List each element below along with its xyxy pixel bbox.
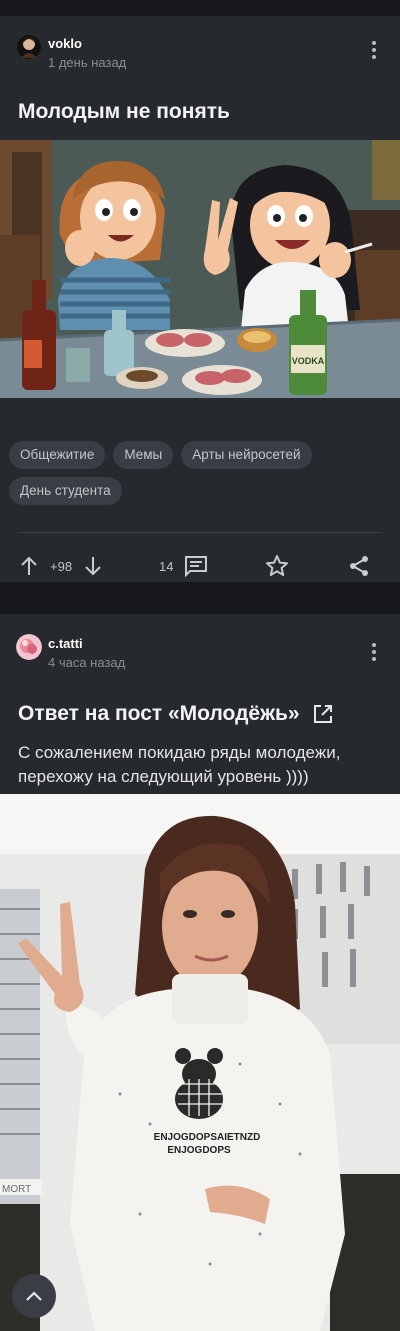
divider (18, 532, 382, 533)
tag-chip[interactable]: Мемы (113, 441, 174, 469)
share-icon[interactable] (347, 554, 371, 578)
more-menu-icon[interactable] (364, 640, 384, 664)
post-text-line: перехожу на следующий уровень )))) (18, 767, 309, 786)
post-title[interactable]: Ответ на пост «Молодёжь» (0, 701, 400, 727)
upvote-icon[interactable] (20, 556, 38, 576)
post-header: c.tatti 4 часа назад (0, 614, 400, 671)
author-avatar[interactable] (16, 34, 42, 60)
store-sign-text: MORT (2, 1184, 31, 1195)
rating-count: +98 (50, 559, 73, 574)
tag-list: Общежитие Мемы Арты нейросетей День студ… (9, 441, 389, 505)
post-time: 1 день назад (48, 55, 127, 70)
post-card: voklo 1 день назад Молодым не понять VOD… (0, 16, 400, 582)
top-strip (0, 0, 400, 16)
bottle-label: VODKA (292, 356, 325, 366)
chevron-up-icon (26, 1291, 42, 1301)
post-image-photo[interactable]: MORT ENJOGDOPSAIETNZD ENJOGDOPS (0, 794, 400, 1331)
author-name[interactable]: c.tatti (48, 636, 125, 652)
star-icon[interactable] (265, 554, 289, 578)
author-name[interactable]: voklo (48, 36, 126, 52)
sweater-text: ENJOGDOPS (167, 1145, 231, 1156)
post-time: 4 часа назад (48, 655, 126, 670)
feed-gap (0, 582, 400, 614)
post-image-cartoon[interactable]: VODKA (0, 140, 400, 398)
post-text-line: С сожалением покидаю ряды молодежи, (18, 743, 341, 762)
post-title[interactable]: Молодым не понять (0, 99, 400, 125)
post-card: c.tatti 4 часа назад Ответ на пост «Моло… (0, 614, 400, 1331)
more-menu-icon[interactable] (364, 38, 384, 62)
comments-count: 14 (159, 559, 174, 574)
author-avatar[interactable] (16, 634, 42, 660)
scroll-to-top-button[interactable] (12, 1274, 56, 1318)
sweater-text: ENJOGDOPSAIETNZD (154, 1132, 261, 1143)
tag-chip[interactable]: День студента (9, 477, 122, 505)
tag-chip[interactable]: Общежитие (9, 441, 106, 469)
post-header: voklo 1 день назад (0, 16, 400, 71)
post-title-text[interactable]: Ответ на пост «Молодёжь» (18, 701, 300, 727)
tag-chip[interactable]: Арты нейросетей (181, 441, 312, 469)
external-link-icon[interactable] (312, 703, 334, 725)
action-bar: +98 14 (0, 550, 400, 584)
comments-icon[interactable] (184, 555, 208, 577)
downvote-icon[interactable] (84, 556, 102, 576)
